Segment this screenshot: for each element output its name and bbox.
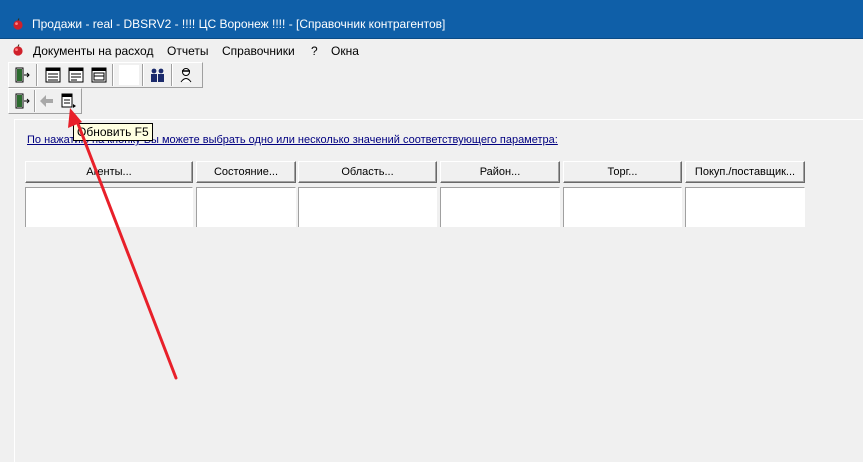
blank-button[interactable]	[119, 65, 139, 85]
users-icon[interactable]	[148, 65, 168, 85]
buyer-supplier-button[interactable]: Покуп./поставщик...	[685, 161, 805, 183]
status-list[interactable]	[196, 187, 296, 227]
exit-door-icon[interactable]	[12, 91, 32, 111]
apple-icon	[13, 18, 23, 30]
agents-list[interactable]	[25, 187, 193, 227]
refresh-icon[interactable]	[58, 91, 78, 111]
district-list[interactable]	[440, 187, 560, 227]
toolbar-separator	[142, 64, 144, 86]
window-title: Продажи - real - DBSRV2 - !!!! ЦС Вороне…	[32, 17, 446, 31]
region-button[interactable]: Область...	[298, 161, 437, 183]
toolbar-separator	[112, 64, 114, 86]
trade-button[interactable]: Торг...	[563, 161, 682, 183]
toolbar-separator	[34, 90, 36, 112]
trade-list[interactable]	[563, 187, 682, 227]
menu-item-windows[interactable]: Окна	[331, 44, 359, 58]
refresh-tooltip: Обновить F5	[73, 123, 153, 141]
apple-icon[interactable]	[12, 44, 24, 56]
toolbar-separator	[36, 64, 38, 86]
status-button[interactable]: Состояние...	[196, 161, 296, 183]
exit-door-icon[interactable]	[12, 65, 32, 85]
back-arrow-icon[interactable]	[37, 91, 57, 111]
list-doc-icon[interactable]	[43, 65, 63, 85]
menu-item-documents[interactable]: Документы на расход	[33, 44, 153, 58]
region-list[interactable]	[298, 187, 437, 227]
menu-item-directories[interactable]: Справочники	[222, 44, 295, 58]
district-button[interactable]: Район...	[440, 161, 560, 183]
menu-item-reports[interactable]: Отчеты	[167, 44, 208, 58]
list-doc-icon-3[interactable]	[89, 65, 109, 85]
buyer-supplier-list[interactable]	[685, 187, 805, 227]
agent-icon[interactable]	[176, 65, 196, 85]
list-doc-icon-2[interactable]	[66, 65, 86, 85]
agents-button[interactable]: Агенты...	[25, 161, 193, 183]
title-bar: Продажи - real - DBSRV2 - !!!! ЦС Вороне…	[0, 0, 863, 39]
menu-item-help[interactable]: ?	[311, 44, 318, 58]
toolbar-separator	[171, 64, 173, 86]
